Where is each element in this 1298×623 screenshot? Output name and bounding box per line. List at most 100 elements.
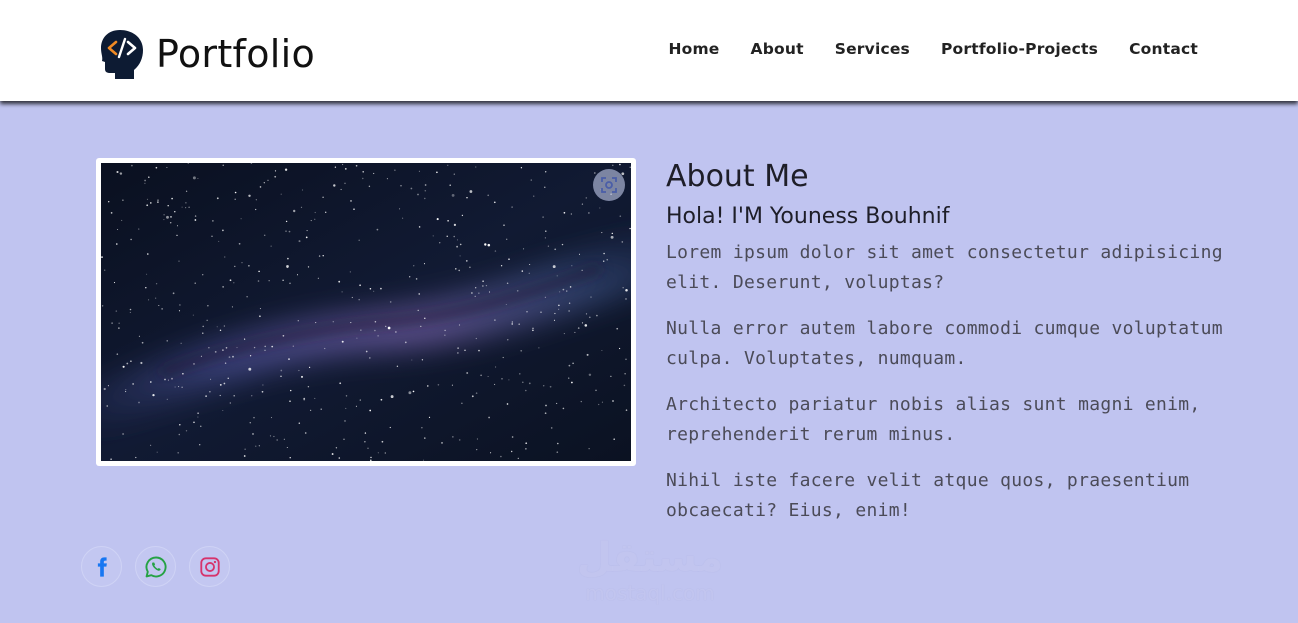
- star-dot: [241, 262, 243, 264]
- star-dot: [246, 296, 248, 298]
- star-dot: [418, 170, 420, 172]
- star-dot: [554, 248, 557, 251]
- star-dot: [421, 359, 424, 361]
- star-dot: [459, 243, 462, 246]
- star-dot: [581, 322, 584, 324]
- star-dot: [179, 424, 181, 426]
- star-dot: [525, 389, 527, 392]
- star-dot: [380, 287, 382, 290]
- star-dot: [380, 398, 383, 401]
- star-dot: [111, 322, 113, 324]
- star-dot: [240, 218, 242, 220]
- star-dot: [369, 357, 371, 359]
- star-dot: [461, 214, 464, 217]
- star-dot: [395, 331, 397, 333]
- watermark-arabic: مستقل: [576, 535, 724, 581]
- star-dot: [561, 243, 564, 246]
- star-dot: [170, 216, 172, 218]
- star-dot: [552, 265, 556, 269]
- brand[interactable]: Portfolio: [100, 28, 315, 80]
- star-dot: [508, 258, 510, 261]
- star-dot: [424, 317, 426, 320]
- star-dot: [547, 245, 550, 247]
- star-dot: [157, 199, 159, 201]
- star-dot: [166, 340, 168, 342]
- star-dot: [152, 393, 155, 397]
- visual-search-icon[interactable]: [593, 169, 625, 201]
- facebook-link[interactable]: [81, 546, 122, 587]
- star-dot: [200, 425, 202, 427]
- nav-link-home[interactable]: Home: [668, 40, 719, 58]
- star-dot: [384, 452, 386, 454]
- star-dot: [369, 409, 372, 412]
- star-dot: [169, 221, 172, 224]
- star-dot: [234, 198, 236, 201]
- star-dot: [218, 240, 220, 242]
- star-dot: [307, 386, 310, 388]
- star-dot: [590, 296, 592, 298]
- star-dot: [528, 272, 530, 274]
- star-dot: [570, 213, 572, 215]
- star-dot: [249, 355, 252, 357]
- star-dot: [452, 436, 454, 438]
- star-dot: [544, 171, 547, 173]
- star-dot: [122, 365, 125, 368]
- star-dot: [216, 326, 218, 328]
- star-dot: [251, 395, 253, 397]
- star-dot: [422, 459, 425, 461]
- star-dot: [206, 319, 208, 321]
- star-dot: [629, 166, 631, 168]
- star-dot: [376, 228, 379, 231]
- star-dot: [544, 296, 547, 298]
- star-dot: [104, 269, 106, 271]
- star-dot: [334, 166, 337, 168]
- star-dot: [525, 448, 527, 450]
- star-dot: [482, 285, 484, 287]
- star-dot: [263, 182, 265, 184]
- star-dot: [453, 235, 455, 238]
- star-dot: [581, 269, 583, 271]
- star-dot: [224, 256, 226, 258]
- star-dot: [303, 398, 306, 401]
- star-dot: [193, 363, 195, 365]
- star-dot: [178, 386, 180, 388]
- star-dot: [588, 212, 590, 214]
- nav-link-services[interactable]: Services: [835, 40, 910, 58]
- star-dot: [408, 391, 412, 395]
- instagram-link[interactable]: [189, 546, 230, 587]
- star-dot: [377, 335, 379, 337]
- star-dot: [550, 427, 553, 429]
- star-dot: [269, 435, 272, 437]
- star-dot: [185, 202, 187, 204]
- star-dot: [192, 176, 196, 180]
- about-title: About Me: [666, 159, 809, 194]
- star-dot: [103, 387, 106, 391]
- star-dot: [571, 381, 573, 384]
- star-dot: [599, 207, 601, 209]
- star-dot: [163, 214, 165, 216]
- star-dot: [505, 303, 507, 306]
- nav-link-portfolio-projects[interactable]: Portfolio-Projects: [941, 40, 1098, 58]
- star-dot: [259, 308, 261, 310]
- star-dot: [107, 385, 109, 387]
- star-dot: [518, 323, 520, 325]
- star-dot: [451, 384, 453, 386]
- nav-link-contact[interactable]: Contact: [1129, 40, 1198, 58]
- star-dot: [601, 401, 603, 403]
- star-dot: [412, 390, 415, 393]
- star-dot: [176, 225, 179, 227]
- star-dot: [432, 235, 434, 237]
- star-dot: [622, 287, 624, 289]
- star-dot: [578, 253, 581, 255]
- star-dot: [482, 280, 484, 282]
- star-dot: [164, 378, 166, 381]
- whatsapp-link[interactable]: [135, 546, 176, 587]
- about-section: About Me Hola! I'M Youness Bouhnif Lorem…: [666, 158, 1226, 526]
- star-dot: [223, 325, 225, 327]
- star-dot: [511, 450, 513, 453]
- star-dot: [367, 447, 369, 449]
- nav-link-about[interactable]: About: [751, 40, 804, 58]
- star-dot: [264, 349, 266, 351]
- star-dot: [116, 243, 118, 245]
- star-dot: [119, 172, 123, 175]
